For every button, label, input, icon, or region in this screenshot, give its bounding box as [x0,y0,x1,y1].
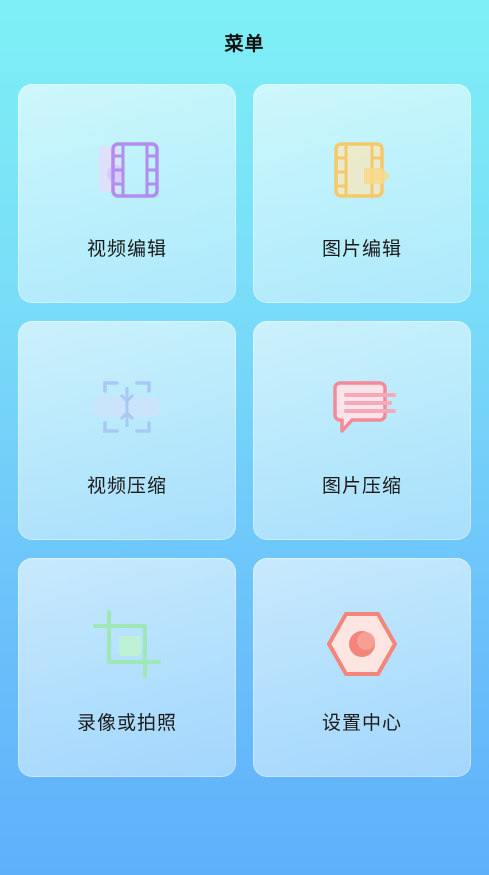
menu-card-label: 视频压缩 [86,475,167,497]
menu-card-label: 视频编辑 [86,238,167,260]
menu-card-image-edit[interactable]: 图片编辑 [253,84,471,303]
video-edit-icon [89,132,165,208]
menu-card-image-compress[interactable]: 图片压缩 [253,321,471,540]
menu-card-video-edit[interactable]: 视频编辑 [18,84,236,303]
image-edit-icon [324,132,400,208]
menu-card-label: 图片编辑 [321,238,402,260]
menu-card-label: 设置中心 [321,712,402,734]
menu-card-record-or-photo[interactable]: 录像或拍照 [18,558,236,777]
image-compress-icon [324,369,400,445]
menu-card-settings-center[interactable]: 设置中心 [253,558,471,777]
menu-card-video-compress[interactable]: 视频压缩 [18,321,236,540]
crop-camera-icon [89,606,165,682]
video-compress-icon [89,369,165,445]
page-title: 菜单 [224,33,265,55]
menu-grid: 视频编辑 图片编辑 视频压缩 图片压缩 录像或拍照 设置中心 [18,84,471,777]
settings-hexagon-icon [324,606,400,682]
menu-card-label: 录像或拍照 [76,712,177,734]
menu-card-label: 图片压缩 [321,475,402,497]
